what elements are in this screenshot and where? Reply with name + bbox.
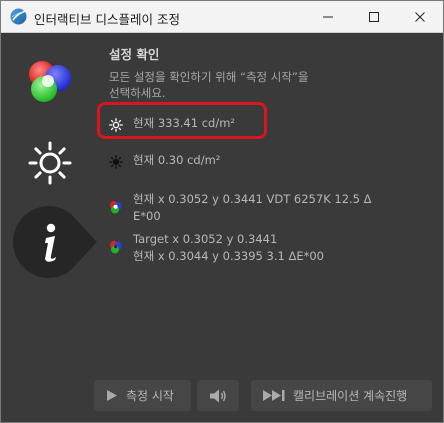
- whitepoint-line-1: 현재 x 0.3052 y 0.3441 VDT 6257K 12.5 Δ: [133, 192, 372, 206]
- maximize-button[interactable]: [351, 1, 397, 32]
- title-bar: 인터랙티브 디스플레이 조정: [1, 1, 443, 33]
- sidebar-item-brightness[interactable]: [28, 141, 72, 185]
- black-luminance-value: 현재 0.30 cd/m²: [133, 153, 221, 167]
- rgb-circles-icon: [29, 61, 71, 102]
- play-icon: [107, 390, 117, 401]
- intro-line-1: 모든 설정을 확인하기 위해 “측정 시작”을: [109, 70, 309, 84]
- window-title: 인터랙티브 디스플레이 조정: [34, 12, 180, 27]
- skip-forward-icon: [263, 390, 285, 401]
- continue-calibration-label: 캘리브레이션 계속진행: [293, 389, 408, 403]
- close-icon: [415, 11, 425, 22]
- start-measurement-button[interactable]: 측정 시작: [94, 380, 191, 411]
- app-window: 인터랙티브 디스플레이 조정 설정 확인 모든 설정을 확인하기 위해 “측정 …: [0, 0, 444, 423]
- target-row: Target x 0.3052 y 0.3441 현재 x 0.3044 y 0…: [109, 231, 409, 265]
- app-logo-icon: [10, 8, 27, 25]
- whitepoint-line-2: E*00: [133, 209, 161, 223]
- page-title: 설정 확인: [109, 47, 160, 62]
- minimize-button[interactable]: [305, 1, 351, 32]
- speaker-icon: [210, 389, 226, 402]
- close-button[interactable]: [397, 1, 443, 32]
- audio-button[interactable]: [197, 380, 239, 411]
- maximize-icon: [369, 11, 379, 22]
- info-icon: [13, 206, 97, 278]
- intro-line-2: 선택하세요.: [109, 86, 166, 100]
- intro-text: 모든 설정을 확인하기 위해 “측정 시작”을 선택하세요.: [109, 69, 359, 101]
- target-line-2: 현재 x 0.3044 y 0.3395 3.1 ΔE*00: [133, 249, 324, 263]
- start-measurement-label: 측정 시작: [126, 389, 174, 403]
- color-target-icon: [110, 241, 122, 254]
- color-dot-icon: [110, 201, 122, 214]
- sidebar-item-info[interactable]: [13, 206, 97, 278]
- target-line-1: Target x 0.3052 y 0.3441: [133, 232, 278, 246]
- dark-sun-icon: [109, 155, 123, 169]
- highlight-box: [97, 102, 267, 139]
- continue-calibration-button[interactable]: 캘리브레이션 계속진행: [251, 380, 432, 411]
- minimize-icon: [323, 16, 333, 17]
- sidebar-item-color[interactable]: [25, 56, 75, 106]
- black-luminance-row: 현재 0.30 cd/m²: [109, 152, 309, 169]
- sun-icon: [28, 141, 72, 185]
- whitepoint-row: 현재 x 0.3052 y 0.3441 VDT 6257K 12.5 Δ E*…: [109, 191, 409, 225]
